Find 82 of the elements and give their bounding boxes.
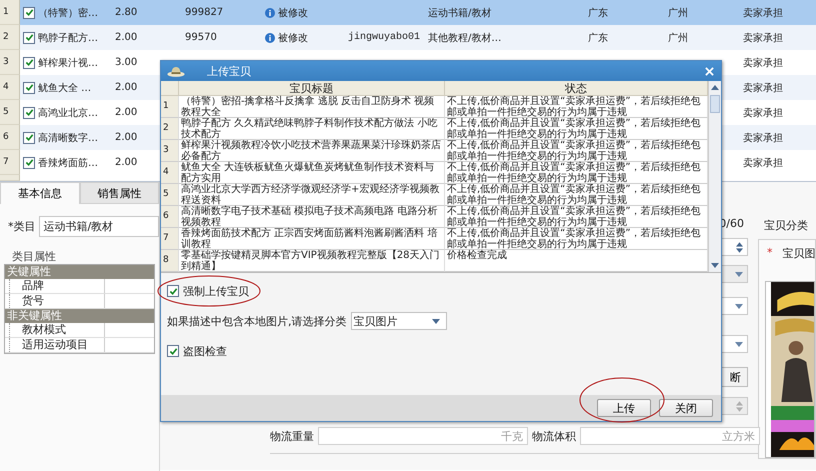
table-cell: 不上传,低价商品并且设置“卖家承担运费”，若后续拒绝包邮或单拍一件拒绝交易的行为均属于违规 (445, 206, 708, 228)
field-label: 宝贝图 (782, 246, 816, 261)
field-label: 物流重量 (270, 428, 314, 444)
group-header: 关键属性 (5, 265, 154, 279)
row-number: 7 (0, 150, 20, 175)
table-cell: 不上传,低价商品并且设置“卖家承担运费”，若后续拒绝包邮或单拍一件拒绝交易的行为均属于违规 (445, 140, 708, 162)
table-cell: 不上传,低价商品并且设置“卖家承担运费”，若后续拒绝包邮或单拍一件拒绝交易的行为均属于违规 (445, 162, 708, 184)
table-cell-text: 鸭脖子配方… (38, 32, 98, 44)
row-number: 1 (161, 96, 179, 118)
table-cell-text: 其他教程/教材… (428, 32, 502, 44)
table-cell-text: （特警）密… (38, 6, 98, 20)
checkbox-label: 强制上传宝贝 (183, 284, 249, 298)
table-cell: 零基础学按键精灵脚本官方VIP视频教程完整版【28天入门到精通】 (179, 250, 445, 272)
row-number: 5 (0, 100, 20, 125)
field-label: *类目 (8, 219, 36, 234)
table-cell: 鱿鱼大全 大连铁板鱿鱼火爆鱿鱼炭烤鱿鱼制作技术资料与配方实用 (179, 162, 445, 184)
table-cell-text: 卖家承担 (743, 56, 783, 70)
table-cell: 99570 (185, 32, 217, 43)
row-number: 1 (0, 0, 20, 25)
group-title: 类目属性 (11, 249, 57, 264)
table-cell: 不上传,低价商品并且设置“卖家承担运费”，若后续拒绝包邮或单拍一件拒绝交易的行为均属于违规 (445, 184, 708, 206)
table-cell: 鸭脖子配方 久久精武绝味鸭脖子料制作技术配方做法 小吃技术配方 (179, 118, 445, 140)
table-cell-text: 被修改 (278, 32, 308, 44)
row-number: 4 (0, 75, 20, 100)
row-number: 3 (0, 50, 20, 75)
table-cell: 2.00 (115, 157, 138, 168)
table-cell-text: 鱿鱼大全 … (38, 82, 92, 94)
table-cell: 高鸿业北京大学西方经济学微观经济学+宏观经济学视频教程送资料 (179, 184, 445, 206)
row-number: 8 (161, 250, 179, 272)
table-cell: 3.00 (115, 57, 138, 68)
group-header: 非关键属性 (5, 309, 154, 323)
table-cell-text: 被修改 (278, 6, 308, 20)
field-label: 如果描述中包含本地图片,请选择分类 (167, 314, 346, 328)
table-cell-text: 卖家承担 (743, 132, 783, 144)
row-number: 2 (161, 118, 179, 140)
table-cell: 不上传,低价商品并且设置“卖家承担运费”，若后续拒绝包邮或单拍一件拒绝交易的行为均属于违规 (445, 228, 708, 250)
table-cell: 2.80 (115, 7, 138, 18)
table-cell: 香辣烤面筋技术配方 正宗西安烤面筋酱料泡酱刷酱洒料 培训教程 (179, 228, 445, 250)
table-cell: 2.00 (115, 132, 138, 143)
row-number: 6 (0, 125, 20, 150)
field-label: 物流体积 (532, 428, 576, 444)
dialog-title: 上传宝贝 (207, 64, 251, 78)
table-cell: 不上传,低价商品并且设置“卖家承担运费”，若后续拒绝包邮或单拍一件拒绝交易的行为均属于违规 (445, 96, 708, 118)
property-name: 品牌 (9, 279, 105, 293)
table-cell-text: 运动书籍/教材 (428, 6, 492, 20)
table-cell-text: 高清晰数字… (38, 132, 98, 144)
table-cell-text: 广东 (588, 32, 608, 44)
property-name: 适用运动项目 (9, 338, 105, 352)
table-cell: 2.00 (115, 32, 138, 43)
property-name: 货号 (9, 294, 105, 308)
table-cell-text: 卖家承担 (743, 156, 783, 170)
table-cell: 价格检查完成 (445, 250, 708, 272)
row-number: 2 (0, 25, 20, 50)
table-cell: 2.00 (115, 82, 138, 93)
column-header: 宝贝标题 (179, 81, 445, 96)
table-cell: jingwuyabo01 (348, 32, 420, 43)
table-cell: 2.00 (115, 107, 138, 118)
table-cell-text: 香辣烤面筋… (38, 156, 98, 170)
row-number: 5 (161, 184, 179, 206)
table-cell-text: 广州 (668, 32, 688, 44)
table-cell-text: 卖家承担 (743, 6, 783, 20)
table-cell: （特警）密招-擒拿格斗反擒拿 逃脱 反击自卫防身术 视频教程大全 (179, 96, 445, 118)
table-cell: 高清晰数字电子技术基础 模拟电子技术高频电路 电路分析视频教程 (179, 206, 445, 228)
field-label: 宝贝分类 (764, 218, 809, 233)
table-cell-text: 广州 (668, 6, 688, 20)
table-cell-text: 高鸿业北京… (38, 106, 98, 120)
table-cell: 鲜榨果汁视频教程冷饮小吃技术营养果蔬果菜汁珍珠奶茶店必备配方 (179, 140, 445, 162)
table-cell: 不上传,低价商品并且设置“卖家承担运费”，若后续拒绝包邮或单拍一件拒绝交易的行为均属于违规 (445, 118, 708, 140)
column-header: 状态 (445, 81, 708, 96)
table-cell-text: 卖家承担 (743, 106, 783, 120)
property-name: 教材模式 (9, 323, 105, 337)
checkbox-label: 盗图检查 (183, 344, 227, 358)
table-cell-text: 鲜榨果汁视… (38, 56, 98, 70)
table-cell-text: 卖家承担 (743, 32, 783, 44)
required-mark: * (767, 246, 772, 261)
row-number: 7 (161, 228, 179, 250)
table-cell-text: 广东 (588, 6, 608, 20)
row-number: 6 (161, 206, 179, 228)
row-number: 4 (161, 162, 179, 184)
table-cell: 999827 (185, 7, 224, 18)
table-cell-text: 卖家承担 (743, 82, 783, 94)
row-number: 3 (161, 140, 179, 162)
